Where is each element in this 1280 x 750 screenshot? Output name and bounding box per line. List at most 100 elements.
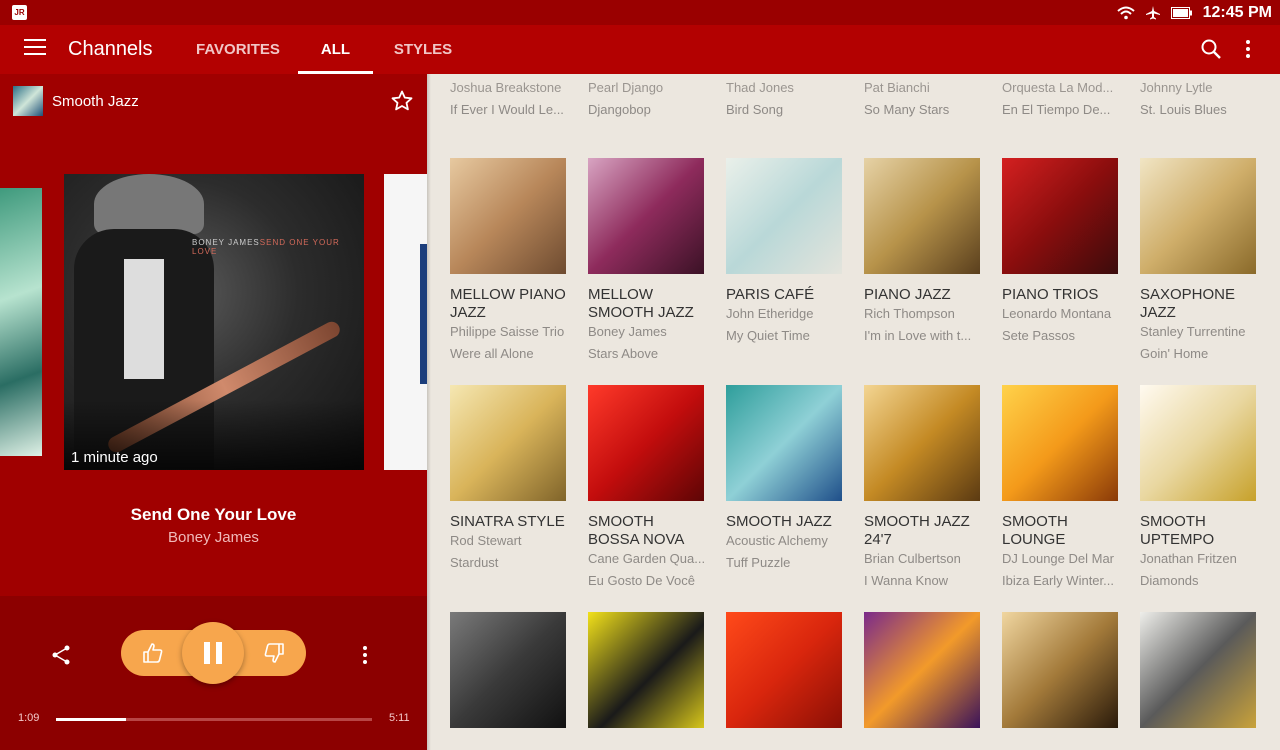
channel-art	[864, 158, 980, 274]
app-bar: Channels FAVORITES ALL STYLES	[0, 25, 1280, 74]
total-time: 5:11	[389, 712, 410, 724]
channel-song: My Quiet Time	[726, 328, 810, 343]
channel-tile[interactable]: Thad Jones Bird Song	[726, 80, 844, 117]
channel-artist: Cane Garden Qua...	[588, 551, 706, 566]
channel-name: SAXOPHONE JAZZ	[1140, 286, 1236, 321]
channel-tile[interactable]: MELLOW PIANO JAZZ Philippe Saisse Trio Wer…	[450, 158, 568, 361]
next-album-art[interactable]	[384, 174, 427, 470]
status-icons: 12:45 PM	[1116, 0, 1272, 25]
channel-tile[interactable]	[588, 612, 706, 728]
more-options-icon[interactable]	[358, 644, 372, 666]
channel-artist: Stanley Turrentine	[1140, 324, 1246, 339]
channel-song: Stardust	[450, 555, 499, 570]
channel-tile[interactable]: SMOOTH JAZZ 24'7 Brian Culbertson I Wanna …	[864, 385, 982, 588]
channel-art	[450, 385, 566, 501]
share-icon[interactable]	[50, 644, 72, 666]
channel-artist: Pearl Django	[588, 80, 664, 95]
channel-artist: Thad Jones	[726, 80, 794, 95]
channel-name: SMOOTH JAZZ	[726, 513, 832, 530]
channel-tile[interactable]: SMOOTH JAZZ Acoustic Alchemy Tuff Puzzle	[726, 385, 844, 570]
channel-tile[interactable]: Pearl Django Djangobop	[588, 80, 706, 117]
channel-art	[864, 385, 980, 501]
channel-tile[interactable]: SINATRA STYLE Rod Stewart Stardust	[450, 385, 568, 570]
channel-song: En El Tiempo De...	[1002, 102, 1111, 117]
channel-song: Djangobop	[588, 102, 651, 117]
channel-art	[726, 158, 842, 274]
menu-icon[interactable]	[24, 39, 46, 59]
channel-song: Were all Alone	[450, 346, 534, 361]
channel-tile[interactable]: PIANO JAZZ Rich Thompson I'm in Love with …	[864, 158, 982, 343]
tab-all[interactable]: ALL	[298, 25, 373, 74]
elapsed-time: 1:09	[18, 712, 40, 724]
album-art: BONEY JAMESSEND ONE YOUR LOVE 1 minute a…	[64, 174, 364, 470]
channel-tile[interactable]	[450, 612, 568, 728]
progress-bar[interactable]	[56, 718, 372, 721]
channel-song: Eu Gosto De Você	[588, 573, 695, 588]
channel-art	[1002, 612, 1118, 728]
channel-tile[interactable]	[1140, 612, 1258, 728]
channel-artist: Rich Thompson	[864, 306, 955, 321]
channel-name: SMOOTH UPTEMPO	[1140, 513, 1215, 548]
clock: 12:45 PM	[1202, 3, 1272, 21]
channel-art	[1002, 385, 1118, 501]
channel-artist: Acoustic Alchemy	[726, 533, 828, 548]
channel-artist: Rod Stewart	[450, 533, 522, 548]
wifi-icon	[1116, 6, 1135, 19]
channel-artist: DJ Lounge Del Mar	[1002, 551, 1114, 566]
channel-name: SINATRA STYLE	[450, 513, 565, 530]
channel-tile[interactable]: SAXOPHONE JAZZ Stanley Turrentine Goin' Ho…	[1140, 158, 1258, 361]
overflow-menu-icon[interactable]	[1238, 38, 1258, 60]
channel-art	[726, 385, 842, 501]
channel-artist: Pat Bianchi	[864, 80, 930, 95]
previous-album-art[interactable]	[0, 188, 42, 456]
channel-tile[interactable]	[1002, 612, 1120, 728]
channel-art	[1002, 158, 1118, 274]
channel-tile[interactable]	[864, 612, 982, 728]
channel-tile[interactable]: SMOOTH LOUNGE DJ Lounge Del Mar Ibiza Earl…	[1002, 385, 1120, 588]
channel-tile[interactable]: SMOOTH BOSSA NOVA Cane Garden Qua... Eu Go…	[588, 385, 706, 588]
channel-song: So Many Stars	[864, 102, 950, 117]
channel-tile[interactable]: Joshua Breakstone If Ever I Would Le...	[450, 80, 568, 117]
pause-button[interactable]	[182, 622, 244, 684]
channel-tile[interactable]: MELLOW SMOOTH JAZZ Boney James Stars Above	[588, 158, 706, 361]
channel-artist: Jonathan Fritzen	[1140, 551, 1237, 566]
tab-styles[interactable]: STYLES	[392, 25, 454, 74]
thumbs-down-icon[interactable]	[263, 641, 285, 665]
search-icon[interactable]	[1200, 38, 1222, 60]
channel-artist: Boney James	[588, 324, 667, 339]
track-title: Send One Your Love	[130, 505, 297, 524]
channel-artist: John Etheridge	[726, 306, 814, 321]
channel-song: Stars Above	[588, 346, 659, 361]
channel-grid: Joshua Breakstone If Ever I Would Le... Pe…	[427, 74, 1280, 750]
airplane-icon	[1145, 5, 1160, 19]
channel-tile[interactable]: SMOOTH UPTEMPO Jonathan Fritzen Diamonds	[1140, 385, 1258, 588]
channel-artist: Johnny Lytle	[1140, 80, 1213, 95]
channel-art	[588, 385, 704, 501]
favorite-star-icon[interactable]	[390, 89, 414, 113]
channel-song: Goin' Home	[1140, 346, 1209, 361]
channel-tile[interactable]: PIANO TRIOS Leonardo Montana Sete Passos	[1002, 158, 1120, 343]
channel-tile[interactable]: Orquesta La Mod... En El Tiempo De...	[1002, 80, 1120, 117]
channel-artist: Philippe Saisse Trio	[450, 324, 565, 339]
channel-name: PIANO TRIOS	[1002, 286, 1099, 303]
album-caption: BONEY JAMESSEND ONE YOUR LOVE	[192, 238, 340, 256]
channel-tile[interactable]	[726, 612, 844, 728]
channel-name: PIANO JAZZ	[864, 286, 951, 303]
channel-song: I Wanna Know	[864, 573, 949, 588]
channel-tile[interactable]: Johnny Lytle St. Louis Blues	[1140, 80, 1258, 117]
time-ago-label: 1 minute ago	[71, 449, 158, 466]
page-title: Channels	[68, 38, 153, 60]
tab-favorites[interactable]: FAVORITES	[196, 25, 280, 74]
channel-song: St. Louis Blues	[1140, 102, 1227, 117]
channel-art	[1140, 385, 1256, 501]
channel-art	[1140, 612, 1256, 728]
channel-name: SMOOTH JAZZ 24'7	[864, 513, 970, 548]
channel-tile[interactable]: PARIS CAFÉ John Etheridge My Quiet Time	[726, 158, 844, 343]
channel-song: Tuff Puzzle	[726, 555, 791, 570]
thumbs-up-icon[interactable]	[142, 641, 164, 665]
channel-art	[864, 612, 980, 728]
channel-name: SMOOTH LOUNGE	[1002, 513, 1068, 548]
station-name: Smooth Jazz	[52, 93, 139, 110]
now-playing-panel: Smooth Jazz BONEY JAMESSEND ONE YOUR LOV…	[0, 74, 427, 750]
channel-tile[interactable]: Pat Bianchi So Many Stars	[864, 80, 982, 117]
